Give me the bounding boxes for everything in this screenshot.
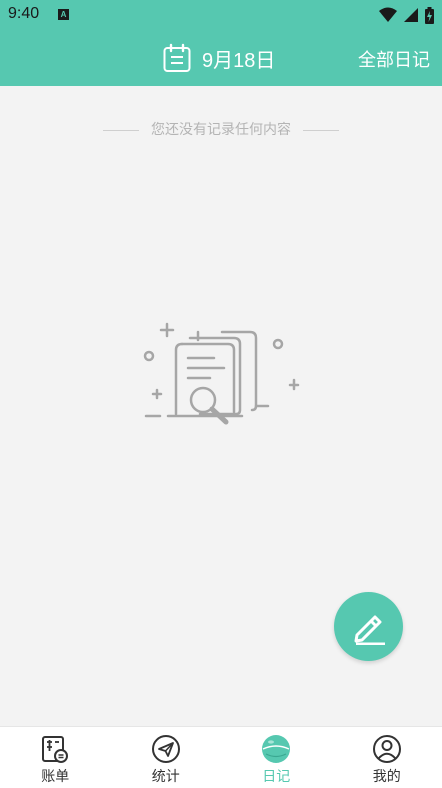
write-diary-button[interactable] [334, 592, 403, 661]
tab-label: 账单 [41, 766, 69, 786]
app-header: 9月18日 全部日记 [0, 30, 442, 86]
paper-plane-icon [151, 734, 181, 764]
app-notification-icon: A [58, 9, 69, 20]
empty-state-message: 您还没有记录任何内容 [0, 119, 442, 139]
current-date: 9月18日 [202, 44, 275, 73]
date-picker[interactable]: 9月18日 [162, 43, 275, 73]
all-diaries-button[interactable]: 全部日记 [358, 46, 430, 72]
tab-label: 我的 [373, 766, 401, 786]
wifi-icon [379, 7, 397, 23]
calendar-icon [162, 43, 192, 73]
tab-diary[interactable]: 日记 [221, 727, 332, 788]
tab-label: 统计 [152, 766, 180, 786]
diary-icon [261, 734, 291, 764]
bottom-tab-bar: 账单 统计 日记 我的 [0, 726, 442, 788]
empty-document-illustration [140, 318, 310, 430]
divider-right [303, 130, 339, 131]
tab-statistics[interactable]: 统计 [111, 727, 222, 788]
status-bar: 9:40 A [0, 0, 442, 30]
empty-message-text: 您还没有记录任何内容 [151, 122, 291, 138]
profile-icon [372, 734, 402, 764]
tab-label: 日记 [262, 766, 290, 786]
bill-icon [40, 734, 70, 764]
status-icons [379, 6, 434, 24]
status-time: 9:40 [8, 5, 39, 23]
signal-icon [403, 7, 419, 23]
tab-profile[interactable]: 我的 [332, 727, 442, 788]
battery-icon [425, 7, 434, 24]
tab-bills[interactable]: 账单 [0, 727, 111, 788]
pencil-icon [351, 609, 387, 645]
divider-left [103, 130, 139, 131]
